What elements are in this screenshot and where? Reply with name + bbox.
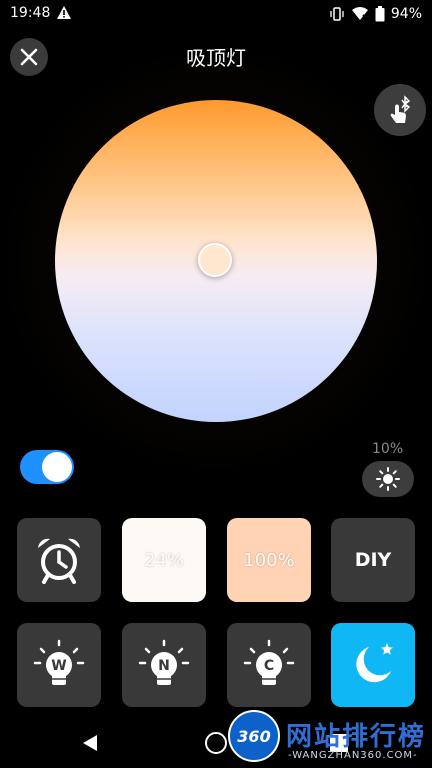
color-picker-knob[interactable] [198, 243, 232, 277]
preset-24-tile[interactable]: 24% [122, 518, 206, 602]
bulb-label: C [264, 658, 274, 674]
moon-star-icon [356, 643, 393, 683]
preset-label: 100% [243, 549, 295, 571]
top-bar: 吸顶灯 [0, 28, 432, 136]
bulb-label: N [158, 658, 170, 674]
power-toggle[interactable] [20, 450, 74, 484]
preset-100-tile[interactable]: 100% [227, 518, 311, 602]
preset-label: 24% [143, 549, 184, 571]
back-button[interactable] [82, 734, 98, 756]
warm-light-tile[interactable]: W [17, 623, 101, 707]
diy-label: DIY [354, 549, 392, 571]
diy-tile[interactable]: DIY [331, 518, 415, 602]
neutral-light-tile[interactable]: N [122, 623, 206, 707]
watermark: 360 网站排行榜 -WANGZHAN360.COM- [222, 706, 432, 768]
brightness-button[interactable] [362, 461, 414, 497]
bulb-n-icon: N [138, 639, 190, 685]
status-time: 19:48 [10, 5, 51, 21]
back-icon [83, 735, 97, 751]
watermark-title: 网站排行榜 [286, 722, 427, 752]
alarm-clock-icon [38, 538, 80, 584]
watermark-subtitle: -WANGZHAN360.COM- [288, 750, 418, 761]
bluetooth-button[interactable] [374, 84, 426, 136]
warning-icon [56, 5, 72, 21]
cool-light-tile[interactable]: C [227, 623, 311, 707]
bulb-w-icon: W [33, 639, 85, 685]
brightness-value: 10% [372, 441, 404, 457]
bulb-label: W [51, 658, 66, 674]
page-title: 吸顶灯 [186, 46, 246, 70]
bluetooth-touch-icon [390, 95, 411, 123]
alarm-timer-tile[interactable] [17, 518, 101, 602]
toggle-thumb [42, 452, 72, 482]
night-mode-tile[interactable] [331, 623, 415, 707]
watermark-badge: 360 [228, 710, 280, 762]
bulb-c-icon: C [243, 639, 295, 685]
sun-icon [376, 467, 400, 491]
